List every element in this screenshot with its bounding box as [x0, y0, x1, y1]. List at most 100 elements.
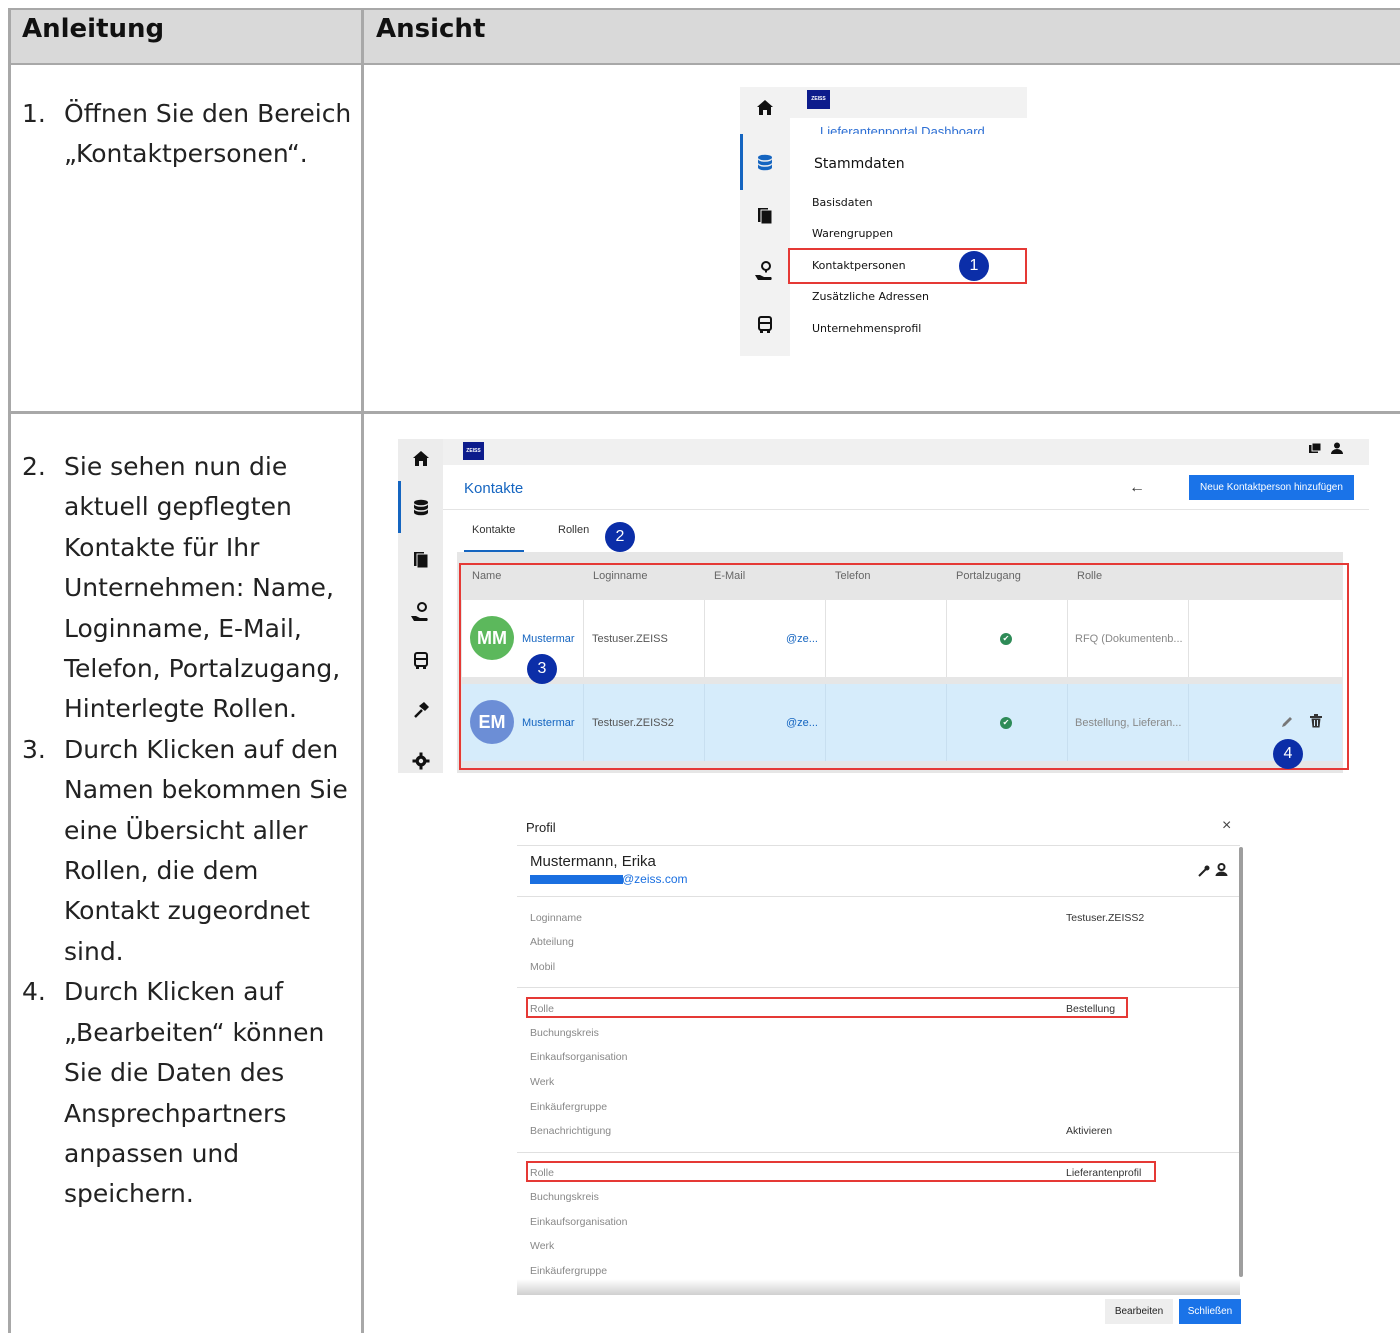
contact-full-name: Mustermann, Erika	[530, 853, 656, 870]
field-label: Buchungskreis	[530, 1191, 599, 1203]
field-label: Buchungskreis	[530, 1027, 599, 1039]
field-label: Loginname	[530, 912, 582, 924]
hammer-icon[interactable]	[407, 701, 435, 725]
redacted-email	[530, 875, 623, 884]
step-number: 1.	[22, 99, 46, 128]
step-text-line: „Bearbeiten“ können	[64, 1017, 325, 1047]
divider	[443, 509, 1369, 510]
key-icon[interactable]	[1198, 864, 1210, 882]
active-indicator	[398, 481, 401, 533]
divider	[517, 1152, 1240, 1153]
side-rail	[740, 87, 790, 356]
menu-item-zusaetzliche-adressen[interactable]: Zusätzliche Adressen	[812, 290, 929, 303]
highlight-box	[788, 248, 1027, 284]
step-badge-3: 3	[527, 654, 557, 684]
step-text-line: Telefon, Portalzugang,	[64, 654, 341, 684]
step-text-line: Unternehmen: Name,	[64, 573, 334, 603]
field-value: Testuser.ZEISS2	[1066, 912, 1145, 924]
support-icon[interactable]	[407, 602, 435, 628]
menu-item-unternehmensprofil[interactable]: Unternehmensprofil	[812, 322, 921, 335]
documents-icon[interactable]	[407, 550, 435, 575]
user-icon[interactable]	[1215, 863, 1228, 881]
add-contact-button[interactable]: Neue Kontaktperson hinzufügen	[1189, 475, 1354, 500]
close-icon[interactable]: ×	[1222, 817, 1231, 835]
step-text-line: sind.	[64, 936, 124, 966]
field-label: Abteilung	[530, 936, 574, 948]
field-label: Mobil	[530, 961, 556, 973]
field-label: Einkaufsorganisation	[530, 1216, 628, 1228]
grid-line	[361, 8, 364, 1333]
step-badge-4: 4	[1273, 739, 1303, 769]
step-text-line: Kontakt zugeordnet	[64, 896, 310, 926]
field-value: Aktivieren	[1066, 1125, 1113, 1137]
field-label: Einkäufergruppe	[530, 1101, 608, 1113]
top-bar: ZEISS	[443, 439, 1369, 465]
page-title: Kontakte	[464, 480, 524, 497]
menu-item-warengruppen[interactable]: Warengruppen	[812, 227, 893, 240]
scrollbar[interactable]	[1239, 847, 1243, 1277]
chat-icon[interactable]	[1309, 442, 1322, 457]
step-text-line: Namen bekommen Sie	[64, 775, 348, 805]
edit-button[interactable]: Bearbeiten	[1105, 1299, 1173, 1324]
menu-screenshot: ZEISS Lieferantenportal Dashboard Stammd…	[740, 87, 1027, 356]
database-icon[interactable]	[407, 499, 435, 523]
divider	[517, 845, 1240, 846]
back-arrow-icon[interactable]: ←	[1129, 479, 1145, 497]
home-icon[interactable]	[751, 99, 779, 122]
email-domain[interactable]: @zeiss.com	[622, 872, 688, 886]
field-label: Einkaufsorganisation	[530, 1051, 628, 1063]
instruction-steps-2-4: 2. Sie sehen nun die aktuell gepflegten …	[22, 447, 357, 1215]
step-text-line: Rollen, die dem	[64, 856, 259, 886]
table-header-row	[8, 8, 1400, 64]
gear-icon[interactable]	[407, 752, 435, 773]
header-ansicht: Ansicht	[376, 14, 486, 44]
step-text-line: „Kontaktpersonen“.	[64, 139, 308, 169]
instruction-step-4: 4. Durch Klicken auf „Bearbeiten“ können…	[22, 972, 357, 1214]
highlight-box	[526, 997, 1128, 1018]
step-text-line: Durch Klicken auf den	[64, 734, 339, 764]
contacts-screenshot: ZEISS Kontakte ← Neue Kontaktperson hinz…	[398, 439, 1369, 773]
step-text-line: eine Übersicht aller	[64, 815, 308, 845]
instruction-step-3: 3. Durch Klicken auf den Namen bekommen …	[22, 730, 357, 972]
user-icon[interactable]	[1331, 442, 1343, 457]
field-label: Einkäufergruppe	[530, 1265, 608, 1277]
zeiss-logo: ZEISS	[807, 90, 830, 109]
scroll-fade	[517, 1279, 1240, 1295]
step-badge-2: 2	[605, 522, 635, 552]
step-text-line: Hinterlegte Rollen.	[64, 694, 297, 724]
tab-rollen[interactable]: Rollen	[558, 524, 589, 536]
header-anleitung: Anleitung	[22, 14, 165, 44]
menu-item-basisdaten[interactable]: Basisdaten	[812, 196, 873, 209]
truck-icon[interactable]	[751, 316, 779, 340]
truck-icon[interactable]	[407, 652, 435, 676]
divider	[517, 896, 1240, 897]
step-number: 4.	[22, 977, 46, 1007]
field-label: Werk	[530, 1240, 555, 1252]
zeiss-logo: ZEISS	[463, 442, 484, 460]
step-text-line: Durch Klicken auf	[64, 977, 284, 1007]
step-badge-1: 1	[959, 251, 989, 281]
cut-off-title: Lieferantenportal Dashboard	[820, 124, 985, 134]
step-text-line: Sie die Daten des	[64, 1058, 285, 1088]
stammdaten-menu: Stammdaten Basisdaten Warengruppen Konta…	[790, 134, 1027, 356]
documents-icon[interactable]	[751, 206, 779, 231]
dialog-footer: Bearbeiten Schließen	[517, 1295, 1248, 1329]
instruction-step-1: 1. Öffnen Sie den Bereich „Kontaktperson…	[22, 94, 357, 175]
support-icon[interactable]	[751, 261, 779, 287]
tab-kontakte[interactable]: Kontakte	[472, 524, 515, 536]
side-rail	[398, 439, 443, 773]
grid-line	[8, 8, 1400, 10]
highlight-box	[459, 563, 1349, 770]
active-indicator	[740, 134, 743, 190]
home-icon[interactable]	[407, 450, 435, 473]
field-label: Werk	[530, 1076, 555, 1088]
close-button[interactable]: Schließen	[1179, 1299, 1241, 1324]
grid-line	[8, 411, 1400, 414]
step-text-line: Sie sehen nun die	[64, 452, 288, 481]
step-text-line: speichern.	[64, 1179, 194, 1209]
highlight-box	[526, 1161, 1156, 1182]
step-text-line: Kontakte für Ihr	[64, 532, 260, 562]
step-text-line: Ansprechpartners	[64, 1098, 287, 1128]
instruction-step-2: 2. Sie sehen nun die aktuell gepflegten …	[22, 447, 357, 730]
database-icon[interactable]	[751, 154, 779, 178]
